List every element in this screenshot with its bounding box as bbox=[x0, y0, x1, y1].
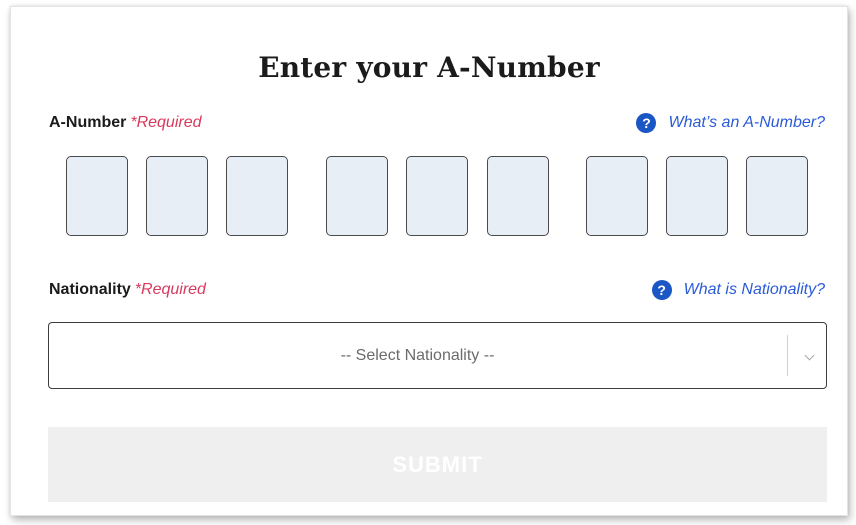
a-number-digit-9[interactable] bbox=[746, 156, 808, 236]
a-number-digit-8[interactable] bbox=[666, 156, 728, 236]
a-number-digit-7[interactable] bbox=[586, 156, 648, 236]
a-number-digit-4[interactable] bbox=[326, 156, 388, 236]
a-number-digit-6[interactable] bbox=[487, 156, 549, 236]
a-number-label-row: A-Number *Required ? What’s an A-Number? bbox=[49, 111, 825, 135]
a-number-form-card: Enter your A-Number A-Number *Required ? … bbox=[10, 6, 848, 516]
a-number-label-group: A-Number *Required bbox=[49, 114, 202, 132]
what-is-nationality-text: What is Nationality? bbox=[683, 281, 825, 298]
question-circle-icon: ? bbox=[636, 113, 657, 133]
a-number-required-marker: *Required bbox=[130, 114, 202, 131]
nationality-label-group: Nationality *Required bbox=[49, 281, 206, 299]
chevron-down-icon[interactable] bbox=[804, 350, 815, 361]
what-is-nationality-link[interactable]: ? What is Nationality? bbox=[651, 280, 825, 300]
a-number-digit-5[interactable] bbox=[406, 156, 468, 236]
nationality-required-marker: *Required bbox=[134, 281, 206, 298]
a-number-digit-3[interactable] bbox=[226, 156, 288, 236]
whats-an-a-number-text: What’s an A-Number? bbox=[668, 114, 825, 131]
submit-button[interactable]: SUBMIT bbox=[48, 427, 827, 502]
a-number-label: A-Number bbox=[49, 114, 127, 131]
nationality-label: Nationality bbox=[49, 281, 131, 298]
question-circle-icon: ? bbox=[651, 280, 672, 300]
select-divider bbox=[787, 335, 788, 376]
a-number-digit-1[interactable] bbox=[66, 156, 128, 236]
nationality-select[interactable]: -- Select Nationality -- bbox=[48, 322, 827, 389]
a-number-digit-2[interactable] bbox=[146, 156, 208, 236]
form-title: Enter your A-Number bbox=[258, 51, 600, 84]
nationality-label-row: Nationality *Required ? What is Nationali… bbox=[49, 278, 825, 302]
whats-an-a-number-link[interactable]: ? What’s an A-Number? bbox=[636, 113, 825, 133]
nationality-select-value: -- Select Nationality -- bbox=[340, 346, 495, 364]
